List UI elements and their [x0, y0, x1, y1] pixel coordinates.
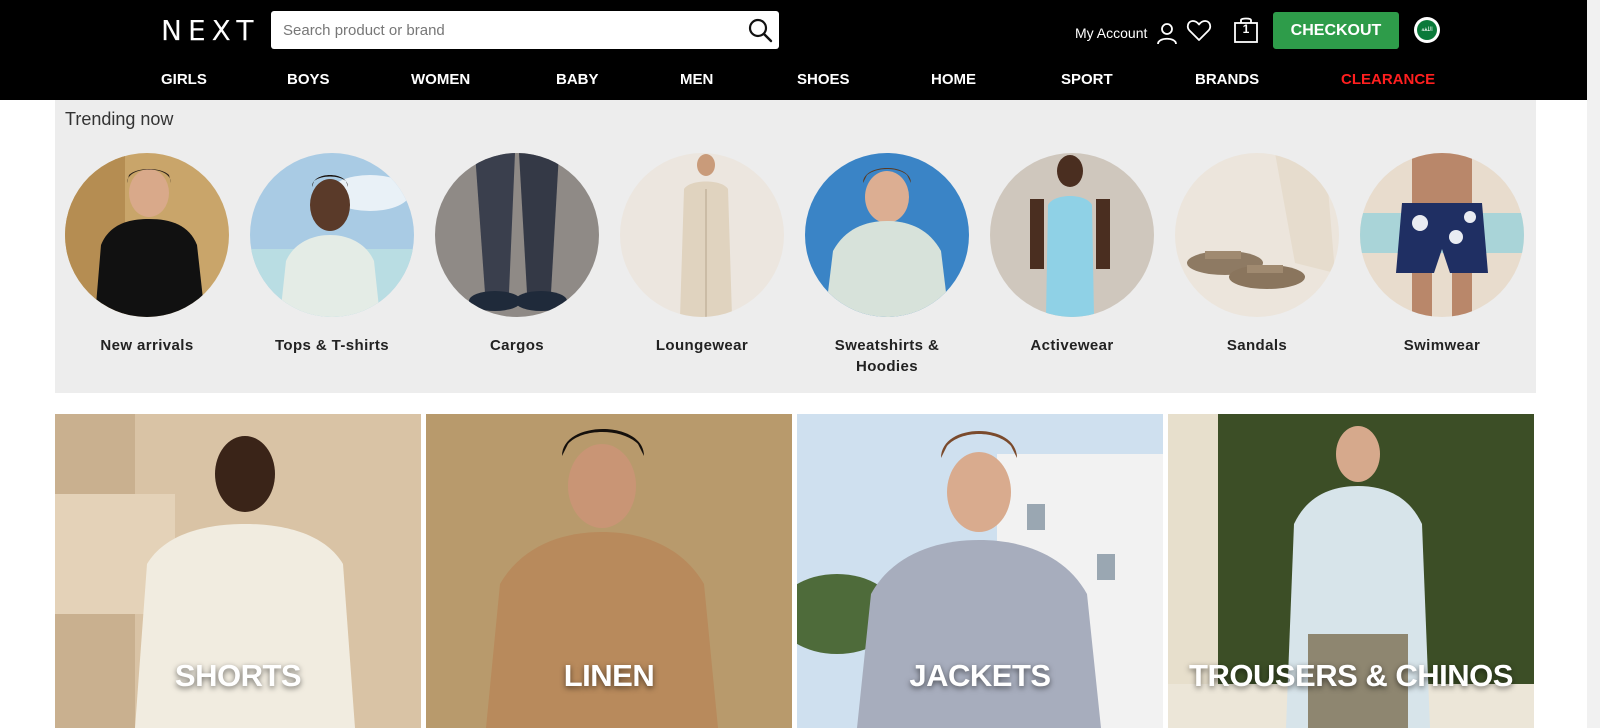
nav-item-baby[interactable]: BABY: [556, 71, 599, 88]
trending-item-cargos[interactable]: Cargos: [435, 153, 599, 356]
nav-item-home[interactable]: HOME: [931, 71, 976, 88]
nav-item-girls[interactable]: GIRLS: [161, 71, 207, 88]
favourites-heart-icon[interactable]: [1186, 18, 1212, 42]
next-logo[interactable]: NEXT: [161, 14, 259, 47]
trending-image: [1175, 153, 1339, 317]
search-input[interactable]: [271, 11, 731, 49]
tile-label: SHORTS: [174, 658, 302, 693]
my-account-link[interactable]: My Account: [1075, 21, 1179, 45]
trending-image: [1360, 153, 1524, 317]
trending-image: [805, 153, 969, 317]
trending-image: [250, 153, 414, 317]
nav-item-sport[interactable]: SPORT: [1061, 71, 1113, 88]
trending-item-label: New arrivals: [100, 337, 194, 354]
search-bar: [271, 11, 779, 49]
trending-item-label: Sweatshirts & Hoodies: [834, 337, 940, 375]
trending-image: [435, 153, 599, 317]
tile-label: TROUSERS & CHINOS: [1189, 658, 1513, 693]
tile-label: JACKETS: [909, 658, 1051, 693]
trending-item-swimwear[interactable]: Swimwear: [1360, 153, 1524, 356]
site-header: NEXT My Account 1 CHECKOUT اللغة GIRLS B…: [0, 0, 1600, 100]
trending-item-label: Cargos: [489, 337, 545, 354]
checkout-button[interactable]: CHECKOUT: [1273, 12, 1399, 49]
user-icon: [1155, 21, 1179, 45]
trending-item-activewear[interactable]: Activewear: [990, 153, 1154, 356]
my-account-label: My Account: [1075, 25, 1148, 41]
shopping-bag-icon[interactable]: 1: [1233, 16, 1259, 44]
nav-item-clearance[interactable]: CLEARANCE: [1341, 71, 1435, 88]
trending-image: [620, 153, 784, 317]
nav-item-boys[interactable]: BOYS: [287, 71, 330, 88]
trending-title: Trending now: [65, 109, 174, 129]
trending-item-label: Activewear: [1030, 337, 1114, 354]
tile-trousers-chinos[interactable]: TROUSERS & CHINOS: [1168, 414, 1534, 728]
tile-shorts[interactable]: SHORTS: [55, 414, 421, 728]
nav-item-brands[interactable]: BRANDS: [1195, 71, 1259, 88]
tile-jackets[interactable]: JACKETS: [797, 414, 1163, 728]
trending-item-new-arrivals[interactable]: New arrivals: [65, 153, 229, 356]
trending-section: Trending now New arrivals Tops & T-shirt…: [55, 100, 1536, 393]
trending-item-sweatshirts-hoodies[interactable]: Sweatshirts & Hoodies: [805, 153, 969, 377]
page-scrollbar[interactable]: [1587, 0, 1600, 728]
trending-image: [65, 153, 229, 317]
tile-label: LINEN: [563, 658, 655, 693]
bag-count: 1: [1242, 22, 1250, 36]
nav-item-men[interactable]: MEN: [680, 71, 713, 88]
trending-item-sandals[interactable]: Sandals: [1175, 153, 1339, 356]
nav-item-shoes[interactable]: SHOES: [797, 71, 850, 88]
flag-text: اللغة: [1417, 20, 1437, 40]
trending-item-loungewear[interactable]: Loungewear: [620, 153, 784, 356]
trending-item-label: Loungewear: [655, 337, 749, 354]
trending-item-tops-t-shirts[interactable]: Tops & T-shirts: [250, 153, 414, 356]
tile-linen[interactable]: LINEN: [426, 414, 792, 728]
trending-item-label: Sandals: [1226, 337, 1288, 354]
trending-image: [990, 153, 1154, 317]
nav-item-women[interactable]: WOMEN: [411, 71, 470, 88]
main-navigation: GIRLS BOYS WOMEN BABY MEN SHOES HOME SPO…: [0, 66, 1600, 96]
trending-item-label: Tops & T-shirts: [274, 337, 390, 354]
search-icon[interactable]: [747, 17, 773, 43]
trending-item-label: Swimwear: [1403, 337, 1481, 354]
country-flag-icon[interactable]: اللغة: [1414, 17, 1440, 43]
